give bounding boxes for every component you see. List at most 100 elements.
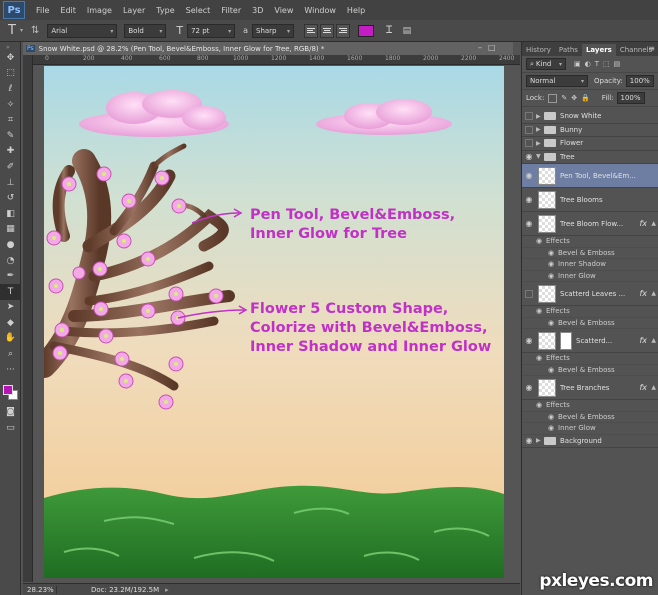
menu-file[interactable]: File (36, 6, 49, 15)
eyedropper-icon[interactable]: ✎ (0, 128, 21, 144)
eye-icon[interactable]: ◉ (522, 219, 536, 228)
lock-position-icon[interactable]: ✥ (571, 94, 577, 102)
collapse-icon[interactable]: ▼ (536, 153, 544, 160)
type-icon[interactable]: T (0, 283, 21, 300)
effects-header[interactable]: ◉ Effects (522, 400, 658, 412)
expand-icon[interactable]: ▶ (536, 140, 544, 147)
eraser-icon[interactable]: ◧ (0, 206, 21, 222)
more-tools-icon[interactable]: ··· (0, 362, 21, 378)
lock-transparent-icon[interactable] (548, 93, 558, 103)
font-size-select[interactable]: 72 pt ▾ (187, 23, 236, 38)
type-tool-icon[interactable]: T (8, 23, 16, 38)
path-select-icon[interactable]: ➤ (0, 300, 21, 316)
layer-scatterd-leaves[interactable]: Scatterd Leaves ... fx ▲ (522, 282, 658, 306)
tab-history[interactable]: History (522, 44, 555, 56)
lock-all-icon[interactable]: 🔒 (581, 94, 590, 102)
pen-icon[interactable]: ✒ (0, 268, 21, 284)
layer-group-snow-white[interactable]: ▶ Snow White (522, 110, 658, 124)
healing-icon[interactable]: ✚ (0, 144, 21, 160)
panel-menu-icon[interactable]: ≡ (648, 44, 655, 53)
filter-kind-select[interactable]: ⌕ Kind ▾ (526, 58, 566, 70)
quick-mask-icon[interactable]: ◙ (0, 404, 21, 420)
expand-icon[interactable]: ▶ (536, 113, 544, 120)
effect-item[interactable]: ◉ Bevel & Emboss (522, 318, 658, 329)
layer-mask-thumbnail[interactable] (560, 331, 572, 350)
status-menu-icon[interactable]: ▸ (165, 586, 169, 594)
crop-icon[interactable]: ⌗ (0, 112, 21, 128)
zoom-level[interactable]: 28.23% (23, 585, 57, 594)
dodge-icon[interactable]: ◔ (0, 253, 21, 269)
fx-badge[interactable]: fx (639, 219, 647, 228)
ruler-horizontal[interactable]: 0 200 400 600 800 1000 1200 1400 1600 18… (33, 55, 520, 65)
text-color-swatch[interactable] (358, 24, 374, 37)
ruler-vertical[interactable] (23, 55, 33, 582)
effects-header[interactable]: ◉ Effects (522, 306, 658, 318)
visibility-off-icon[interactable] (525, 289, 533, 298)
align-center-icon[interactable] (320, 23, 334, 38)
visibility-off-icon[interactable] (525, 125, 533, 134)
layer-tree-branches[interactable]: ◉ Tree Branches fx ▲ (522, 376, 658, 400)
history-brush-icon[interactable]: ↺ (0, 190, 21, 206)
effects-header[interactable]: ◉ Effects (522, 236, 658, 248)
eye-icon[interactable]: ◉ (532, 401, 546, 409)
menu-type[interactable]: Type (156, 6, 174, 15)
screen-mode-icon[interactable]: ▭ (0, 420, 21, 436)
font-style-select[interactable]: Bold ▾ (124, 23, 167, 38)
eye-icon[interactable]: ◉ (522, 152, 536, 161)
menu-filter[interactable]: Filter (221, 6, 241, 15)
eye-icon[interactable]: ◉ (544, 366, 558, 374)
lock-pixels-icon[interactable]: ✎ (561, 94, 567, 102)
move-icon[interactable]: ✥ (0, 50, 21, 66)
effect-item[interactable]: ◉ Inner Glow (522, 423, 658, 435)
brush-icon[interactable]: ✐ (0, 159, 21, 175)
stamp-icon[interactable]: ⊥ (0, 175, 21, 191)
eye-icon[interactable]: ◉ (544, 424, 558, 432)
eye-icon[interactable]: ◉ (532, 354, 546, 362)
eye-icon[interactable]: ◉ (522, 195, 536, 204)
collapse-icon[interactable]: ▲ (651, 384, 656, 391)
fx-badge[interactable]: fx (639, 383, 647, 392)
tab-layers[interactable]: Layers (581, 44, 616, 56)
text-orientation-icon[interactable]: ⇅ (31, 25, 39, 36)
expand-icon[interactable]: ▶ (536, 437, 544, 444)
toolbar-grip[interactable]: » (0, 42, 20, 51)
document-canvas[interactable]: Pen Tool, Bevel&Emboss, Inner Glow for T… (44, 66, 504, 578)
layer-group-flower[interactable]: ▶ Flower (522, 137, 658, 151)
menu-help[interactable]: Help (347, 6, 365, 15)
expand-icon[interactable]: ▶ (536, 126, 544, 133)
align-left-icon[interactable] (304, 23, 318, 38)
eye-icon[interactable]: ◉ (544, 249, 558, 257)
blend-mode-select[interactable]: Normal ▾ (526, 75, 588, 87)
font-family-select[interactable]: Arial ▾ (47, 23, 118, 38)
antialias-select[interactable]: Sharp ▾ (252, 23, 294, 38)
eye-icon[interactable]: ◉ (544, 260, 558, 268)
foreground-color-swatch[interactable] (3, 385, 13, 395)
menu-layer[interactable]: Layer (123, 6, 145, 15)
lasso-icon[interactable]: ℓ (0, 81, 21, 97)
menu-3d[interactable]: 3D (252, 6, 263, 15)
layer-pen-tool[interactable]: ◉ Pen Tool, Bevel&Em... (522, 164, 658, 188)
menu-select[interactable]: Select (186, 6, 211, 15)
collapse-icon[interactable]: ▲ (651, 337, 656, 344)
fill-input[interactable]: 100% (616, 92, 645, 104)
effect-item[interactable]: ◉ Bevel & Emboss (522, 412, 658, 423)
opacity-input[interactable]: 100% (625, 75, 654, 87)
document-tab[interactable]: Ps Snow White.psd @ 28.2% (Pen Tool, Bev… (23, 42, 513, 55)
shape-icon[interactable]: ◆ (0, 315, 21, 331)
layer-group-background[interactable]: ◉ ▶ Background (522, 435, 658, 448)
eye-icon[interactable]: ◉ (522, 336, 536, 345)
effect-item[interactable]: ◉ Bevel & Emboss (522, 248, 658, 259)
collapse-icon[interactable]: ▲ (651, 290, 656, 297)
marquee-icon[interactable]: ⬚ (0, 66, 21, 82)
layer-group-tree[interactable]: ◉ ▼ Tree (522, 151, 658, 164)
effect-item[interactable]: ◉ Inner Glow (522, 271, 658, 282)
eye-icon[interactable]: ◉ (544, 413, 558, 421)
visibility-off-icon[interactable] (525, 112, 533, 121)
effect-item[interactable]: ◉ Bevel & Emboss (522, 365, 658, 376)
quick-select-icon[interactable]: ✧ (0, 97, 21, 113)
eye-icon[interactable]: ◉ (544, 272, 558, 280)
layer-scatterd-masked[interactable]: ◉ Scatterd... fx ▲ (522, 329, 658, 353)
tool-preset-caret-icon[interactable]: ▾ (20, 27, 23, 34)
eye-icon[interactable]: ◉ (522, 436, 536, 445)
layer-tree-bloom-flowers[interactable]: ◉ Tree Bloom Flow... fx ▲ (522, 212, 658, 236)
